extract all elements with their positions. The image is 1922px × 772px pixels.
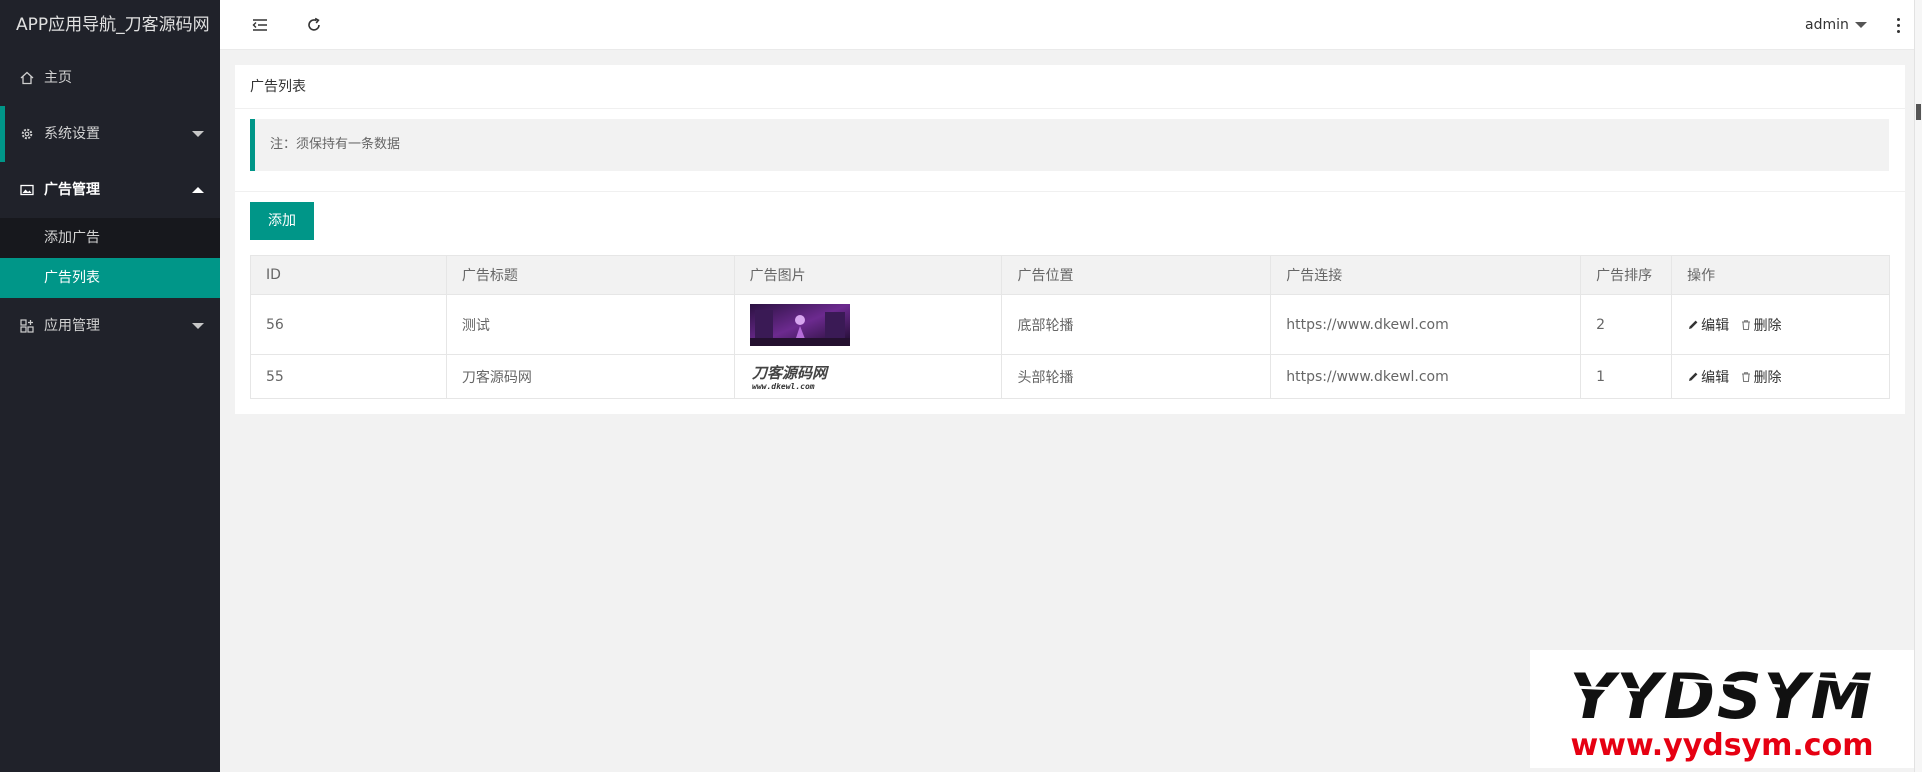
sidebar-item-home[interactable]: 主页 xyxy=(0,50,220,106)
ad-submenu: 添加广告 广告列表 xyxy=(0,218,220,298)
app-title[interactable]: APP应用导航_刀客源码网 xyxy=(0,0,220,50)
cell-sort: 1 xyxy=(1580,354,1673,399)
table-row: 55 刀客源码网 刀客源码网 www.dkewl.com 头部轮播 https:… xyxy=(250,354,1890,399)
table-header-row: ID 广告标题 广告图片 广告位置 广告连接 广告排序 操作 xyxy=(250,255,1890,295)
column-header: 操作 xyxy=(1671,255,1890,295)
ad-list-card: 广告列表 注：须保持有一条数据 添加 ID 广告标题 广告图片 广告位置 广告连… xyxy=(235,65,1905,414)
home-icon xyxy=(20,71,34,85)
cell-id: 55 xyxy=(250,354,447,399)
sidebar-item-label: 应用管理 xyxy=(44,318,100,334)
cell-link: https://www.dkewl.com xyxy=(1270,354,1582,399)
gear-icon xyxy=(20,127,34,141)
cell-actions: 编辑 删除 xyxy=(1671,294,1890,355)
cell-id: 56 xyxy=(250,294,447,355)
edit-button[interactable]: 编辑 xyxy=(1687,315,1729,335)
ad-thumbnail-image[interactable] xyxy=(749,303,850,346)
column-header: 广告连接 xyxy=(1270,255,1582,295)
ad-table: ID 广告标题 广告图片 广告位置 广告连接 广告排序 操作 56 测试 底部轮… xyxy=(250,255,1890,399)
delete-icon xyxy=(1741,319,1750,330)
sidebar-item-label: 广告管理 xyxy=(44,182,100,198)
cell-image: 刀客源码网 www.dkewl.com xyxy=(733,354,1003,399)
add-button[interactable]: 添加 xyxy=(250,202,314,240)
user-menu[interactable]: admin xyxy=(1805,0,1867,50)
ad-logo-image[interactable]: 刀客源码网 www.dkewl.com xyxy=(750,363,848,391)
sidebar-item-system-settings[interactable]: 系统设置 xyxy=(0,106,220,162)
refresh-icon[interactable] xyxy=(304,15,324,35)
sidebar-item-app-management[interactable]: 应用管理 xyxy=(0,298,220,354)
column-header: 广告标题 xyxy=(445,255,735,295)
cell-image xyxy=(733,294,1003,355)
cell-sort: 2 xyxy=(1580,294,1673,355)
column-header: ID xyxy=(250,255,447,295)
sidebar-subitem-add-ad[interactable]: 添加广告 xyxy=(0,218,220,258)
delete-button[interactable]: 删除 xyxy=(1740,367,1782,387)
cell-position: 头部轮播 xyxy=(1001,354,1272,399)
notice-banner: 注：须保持有一条数据 xyxy=(250,119,1889,171)
sidebar-item-ad-management[interactable]: 广告管理 xyxy=(0,162,220,218)
sidebar-subitem-ad-list[interactable]: 广告列表 xyxy=(0,258,220,298)
sidebar: APP应用导航_刀客源码网 主页 系统设置 广告管理 添加广告 广告列表 应用管… xyxy=(0,0,220,772)
chevron-down-icon xyxy=(1854,22,1867,28)
watermark-logo: YYDSYM www.yydsym.com xyxy=(1530,650,1914,768)
column-header: 广告图片 xyxy=(733,255,1003,295)
column-header: 广告排序 xyxy=(1580,255,1673,295)
table-row: 56 测试 底部轮播 https://www.dkewl.com 2 编辑 删除 xyxy=(250,294,1890,355)
edit-icon xyxy=(1689,372,1698,381)
cell-title: 测试 xyxy=(445,294,735,355)
menu-fold-icon[interactable] xyxy=(250,15,270,35)
column-header: 广告位置 xyxy=(1001,255,1272,295)
username: admin xyxy=(1805,17,1849,33)
svg-text:刀客源码网: 刀客源码网 xyxy=(752,364,830,382)
chevron-down-icon xyxy=(192,323,204,329)
svg-text:www.dkewl.com: www.dkewl.com xyxy=(752,382,815,391)
divider xyxy=(235,191,1905,192)
sidebar-item-label: 系统设置 xyxy=(44,126,100,142)
cell-title: 刀客源码网 xyxy=(445,354,735,399)
apps-icon xyxy=(20,319,34,333)
chevron-up-icon xyxy=(192,187,204,193)
cell-actions: 编辑 删除 xyxy=(1671,354,1890,399)
image-icon xyxy=(20,183,34,197)
card-title: 广告列表 xyxy=(235,65,1905,109)
cell-position: 底部轮播 xyxy=(1001,294,1272,355)
edit-button[interactable]: 编辑 xyxy=(1687,367,1729,387)
edit-icon xyxy=(1689,320,1698,329)
svg-text:www.yydsym.com: www.yydsym.com xyxy=(1571,728,1874,763)
more-vertical-icon[interactable] xyxy=(1890,15,1906,35)
delete-icon xyxy=(1741,371,1750,382)
top-header: admin xyxy=(220,0,1922,50)
vertical-scrollbar[interactable] xyxy=(1914,0,1922,772)
sidebar-item-label: 主页 xyxy=(44,70,72,86)
delete-button[interactable]: 删除 xyxy=(1740,315,1782,335)
cell-link: https://www.dkewl.com xyxy=(1270,294,1582,355)
chevron-down-icon xyxy=(192,131,204,137)
svg-text:YYDSYM: YYDSYM xyxy=(1570,660,1875,733)
